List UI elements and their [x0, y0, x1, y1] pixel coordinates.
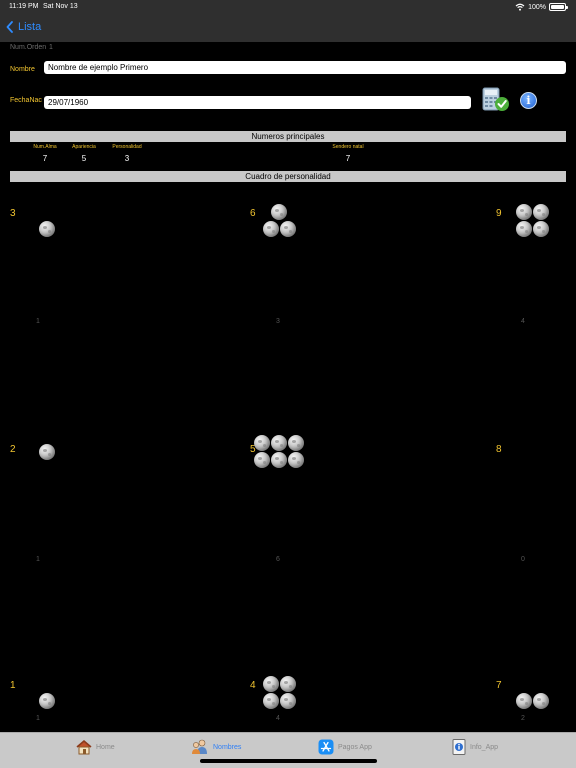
moon-icon — [39, 444, 55, 460]
grid-number-6: 6 — [250, 208, 256, 219]
moon-icon — [288, 452, 304, 468]
tab-home-label: Home — [96, 743, 115, 751]
battery-icon — [549, 3, 568, 11]
grid-count-6: 3 — [276, 318, 280, 325]
moon-icon — [39, 693, 55, 709]
moon-icon — [280, 693, 296, 709]
apariencia-label: Apariencia — [72, 144, 96, 150]
battery-level — [551, 5, 564, 9]
nombre-field[interactable]: Nombre de ejemplo Primero — [44, 61, 566, 74]
back-button[interactable]: Lista — [6, 21, 41, 33]
moon-icon — [263, 221, 279, 237]
status-date: Sat Nov 13 — [43, 3, 78, 10]
tab-pagos-app[interactable]: Pagos App — [318, 739, 372, 755]
grid-count-8: 0 — [521, 556, 525, 563]
info-button[interactable]: i — [520, 92, 537, 109]
cuadro-personalidad-header: Cuadro de personalidad — [10, 171, 566, 182]
tab-nombres[interactable]: Nombres — [191, 739, 241, 755]
moon-icon — [271, 452, 287, 468]
info-icon: i — [526, 94, 531, 107]
tab-nombres-label: Nombres — [213, 743, 242, 751]
sendero-natal: Sendero natal 7 — [318, 144, 378, 163]
grid-number-4: 4 — [250, 680, 256, 691]
moon-icon — [254, 435, 270, 451]
status-time: 11:19 PM — [9, 3, 39, 10]
moon-icon — [263, 676, 279, 692]
nombre-label: Nombre — [10, 66, 35, 73]
apariencia: Apariencia 5 — [61, 144, 107, 163]
home-indicator — [200, 759, 377, 763]
moon-icon — [533, 693, 549, 709]
grid-count-1: 1 — [36, 715, 40, 722]
personalidad-label: Personalidad — [112, 144, 142, 150]
chevron-left-icon — [6, 21, 13, 33]
sendero-natal-label: Sendero natal — [332, 144, 364, 150]
numeros-principales-header: Numeros principales — [10, 131, 566, 142]
grid-count-9: 4 — [521, 318, 525, 325]
num-orden-value: 1 — [49, 44, 53, 51]
fechanac-label: FechaNac — [10, 97, 42, 104]
moon-icon — [254, 452, 270, 468]
grid-count-5: 6 — [276, 556, 280, 563]
personalidad: Personalidad 3 — [104, 144, 150, 163]
people-icon — [191, 739, 209, 755]
grid-number-3: 3 — [10, 208, 16, 219]
moon-icon — [516, 221, 532, 237]
grid-count-7: 2 — [521, 715, 525, 722]
grid-number-2: 2 — [10, 444, 16, 455]
moon-icon — [280, 221, 296, 237]
status-right: 100% — [515, 3, 568, 11]
calculator-check-icon — [482, 87, 509, 111]
grid-number-1: 1 — [10, 680, 16, 691]
app-store-icon — [318, 739, 334, 755]
grid-number-7: 7 — [496, 680, 502, 691]
house-icon — [76, 739, 92, 755]
moon-icon — [280, 676, 296, 692]
moon-icon — [288, 435, 304, 451]
grid-count-2: 1 — [36, 556, 40, 563]
moon-icon — [263, 693, 279, 709]
calculate-button[interactable] — [481, 87, 511, 113]
tab-pagos-app-label: Pagos App — [338, 743, 372, 751]
grid-number-8: 8 — [496, 444, 502, 455]
moon-icon — [533, 221, 549, 237]
battery-percent: 100% — [528, 3, 546, 11]
tab-home[interactable]: Home — [76, 739, 115, 755]
moon-icon — [516, 693, 532, 709]
moon-icon — [39, 221, 55, 237]
grid-count-4: 4 — [276, 715, 280, 722]
moon-icon — [271, 204, 287, 220]
wifi-icon — [515, 3, 525, 11]
moon-icon — [271, 435, 287, 451]
sendero-natal-value: 7 — [345, 154, 351, 163]
back-button-label: Lista — [18, 21, 42, 33]
status-bar: 11:19 PM Sat Nov 13 100% — [0, 0, 576, 14]
tab-info-app[interactable]: Info_App — [452, 739, 498, 755]
moon-icon — [516, 204, 532, 220]
personalidad-value: 3 — [124, 154, 130, 163]
info-document-icon — [452, 739, 466, 755]
grid-number-9: 9 — [496, 208, 502, 219]
apariencia-value: 5 — [81, 154, 87, 163]
num-orden-label: Num.Orden — [10, 44, 47, 51]
fechanac-field[interactable]: 29/07/1960 — [44, 96, 471, 109]
moon-icon — [533, 204, 549, 220]
grid-count-3: 1 — [36, 318, 40, 325]
tab-info-app-label: Info_App — [470, 743, 499, 751]
navigation-bar: Lista — [0, 14, 576, 42]
